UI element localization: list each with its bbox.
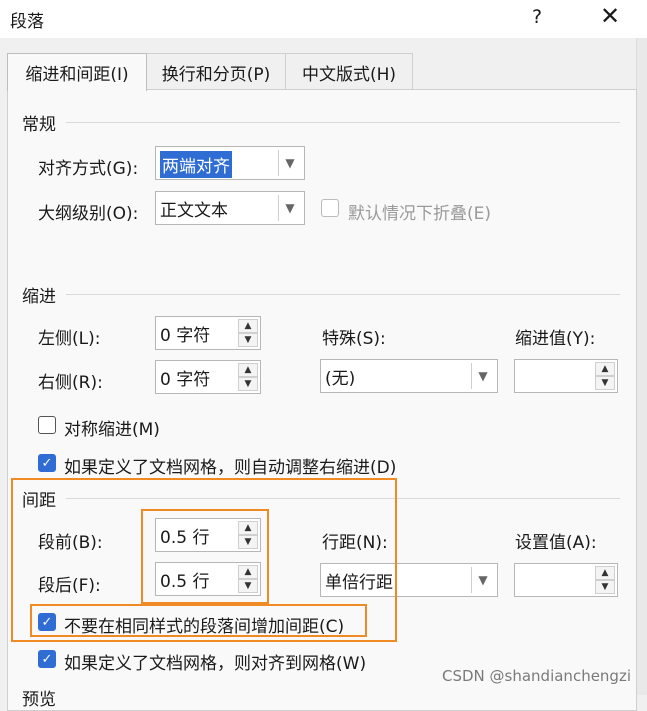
snap-to-grid-label: 如果定义了文档网格，则对齐到网格(W) [64,654,367,674]
special-indent-label: 特殊(S): [322,329,386,349]
divider [66,122,620,123]
close-icon[interactable]: ✕ [600,2,620,30]
spin-down-icon[interactable]: ▼ [238,377,258,391]
section-preview-heading: 预览 [22,690,56,710]
background-strip [636,38,647,695]
section-indent-heading: 缩进 [22,287,56,307]
outline-level-value: 正文文本 [160,201,228,221]
indent-left-value: 0 字符 [160,326,211,346]
alignment-value: 两端对齐 [160,151,232,178]
spin-down-icon[interactable]: ▼ [595,376,615,390]
mirror-indent-checkbox[interactable] [38,416,56,434]
divider [66,294,620,295]
tab-asian-typography[interactable]: 中文版式(H) [285,53,413,90]
title-bar: 段落 ? ✕ [0,0,647,38]
collapse-default-checkbox [321,199,339,217]
snap-to-grid-checkbox[interactable]: ✓ [38,650,56,668]
auto-adjust-right-indent-checkbox[interactable]: ✓ [38,454,56,472]
tab-line-page-breaks[interactable]: 换行和分页(P) [146,53,286,90]
spin-up-icon[interactable]: ▲ [595,362,615,376]
outline-level-label: 大纲级别(O): [38,204,139,224]
watermark: CSDN @shandianchengzi [442,667,631,685]
no-space-checkbox-highlight [30,604,367,637]
indent-left-label: 左侧(L): [38,329,101,349]
alignment-label: 对齐方式(G): [38,159,139,179]
chevron-down-icon[interactable]: ▼ [278,150,301,176]
collapse-default-label: 默认情况下折叠(E) [348,204,492,224]
alignment-select[interactable]: 两端对齐 ▼ [155,146,305,180]
indent-by-label: 缩进值(Y): [515,329,596,349]
indent-by-spinner[interactable]: ▲ ▼ [514,359,618,393]
outline-level-select[interactable]: 正文文本 ▼ [155,191,305,225]
indent-left-spinner[interactable]: 0 字符 ▲ ▼ [155,316,261,350]
indent-right-value: 0 字符 [160,370,211,390]
mirror-indent-label: 对称缩进(M) [64,420,160,440]
special-indent-value: (无) [325,369,356,389]
chevron-down-icon[interactable]: ▼ [471,363,494,389]
spin-down-icon[interactable]: ▼ [238,333,258,347]
chevron-down-icon[interactable]: ▼ [471,567,494,593]
spin-up-icon[interactable]: ▲ [238,363,258,377]
spin-down-icon[interactable]: ▼ [595,580,615,594]
indent-right-spinner[interactable]: 0 字符 ▲ ▼ [155,360,261,394]
auto-adjust-right-indent-label: 如果定义了文档网格，则自动调整右缩进(D) [64,458,397,478]
help-icon[interactable]: ? [532,6,542,28]
spacing-values-highlight [141,509,269,604]
line-spacing-at-label: 设置值(A): [515,533,597,553]
spin-up-icon[interactable]: ▲ [595,566,615,580]
dialog-title: 段落 [10,12,44,32]
special-indent-select[interactable]: (无) ▼ [320,359,498,393]
indent-right-label: 右侧(R): [38,373,103,393]
section-general-heading: 常规 [22,115,56,135]
spin-up-icon[interactable]: ▲ [238,319,258,333]
tab-indent-spacing[interactable]: 缩进和间距(I) [7,53,147,91]
chevron-down-icon[interactable]: ▼ [278,195,301,221]
line-spacing-at-spinner[interactable]: ▲ ▼ [514,563,618,597]
